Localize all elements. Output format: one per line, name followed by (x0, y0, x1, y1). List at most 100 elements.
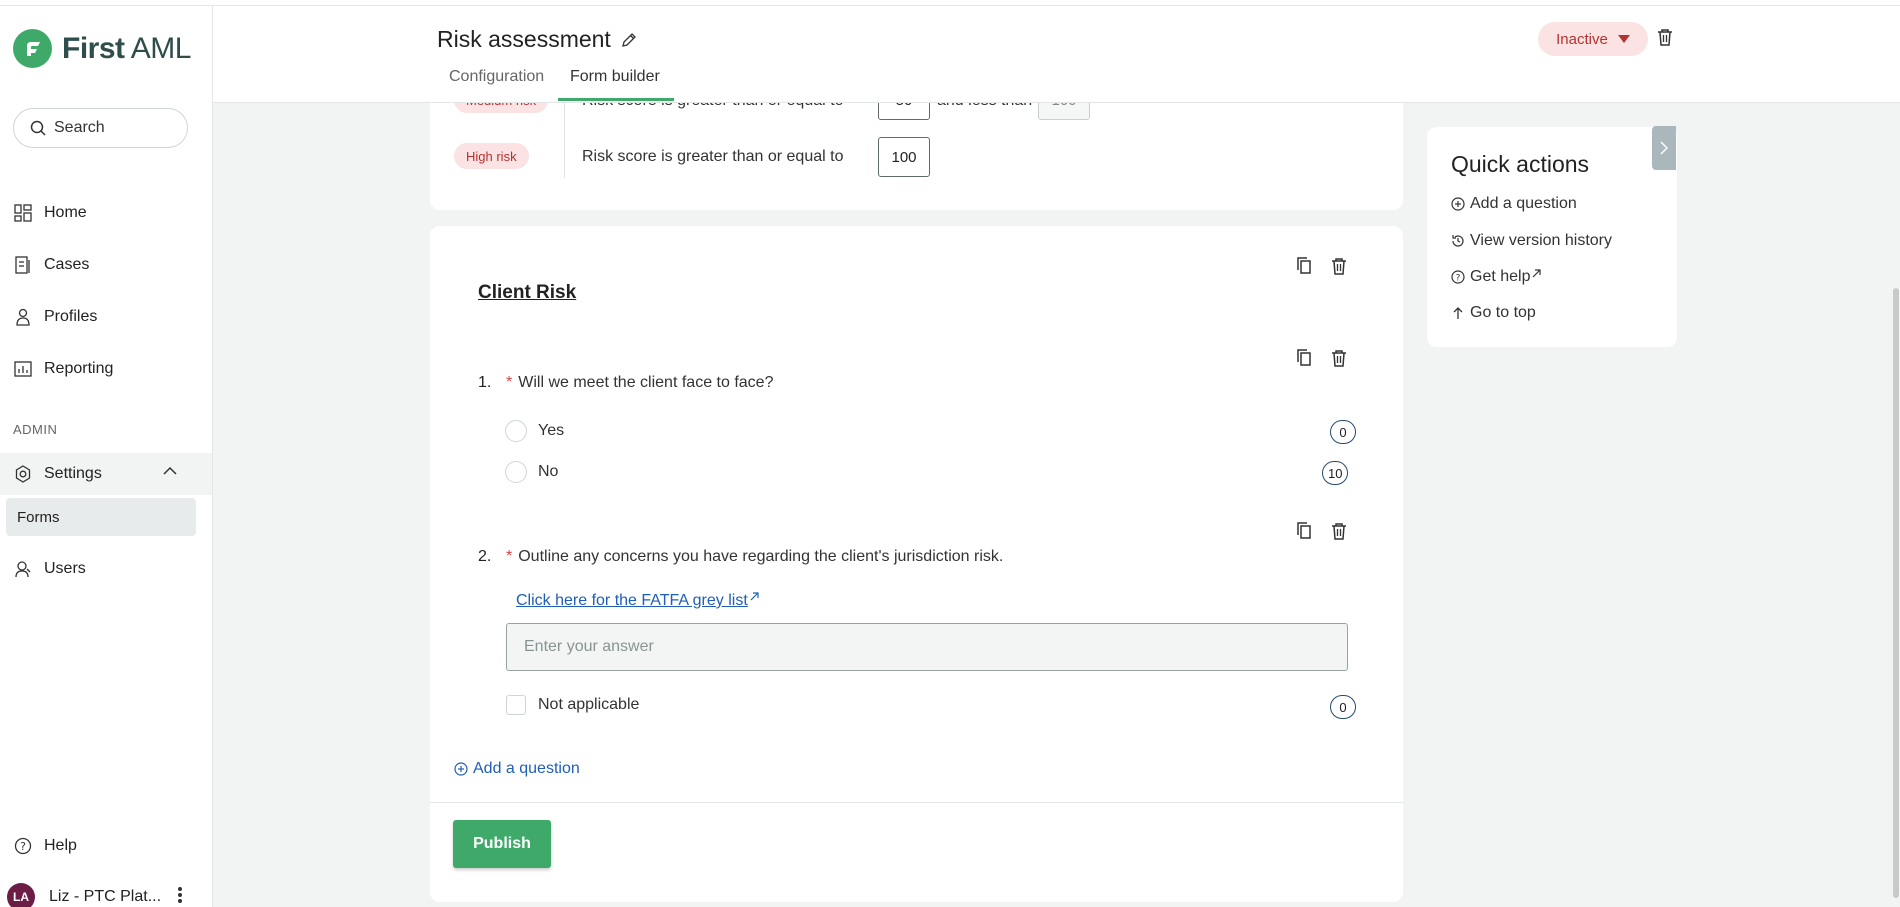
chevron-right-icon (1660, 141, 1668, 155)
sidebar-item-label: Help (44, 837, 77, 854)
question-text[interactable]: * Outline any concerns you have regarding… (506, 548, 1003, 566)
search-box[interactable]: Search (13, 108, 188, 148)
copy-icon (1297, 522, 1311, 539)
tab-form-builder[interactable]: Form builder (570, 68, 660, 86)
high-risk-badge: High risk (454, 143, 529, 169)
more-vertical-icon[interactable] (177, 886, 183, 904)
radio-yes[interactable] (505, 420, 527, 442)
help-icon: ? (14, 837, 32, 855)
section-title[interactable]: Client Risk (478, 282, 576, 304)
sidebar-item-profiles[interactable]: Profiles (0, 297, 212, 337)
quick-actions-title: Quick actions (1451, 151, 1590, 177)
chevron-up-icon[interactable] (162, 466, 178, 476)
form-section-card: Client Risk 1. * Will we meet the client … (430, 226, 1403, 902)
users-icon (15, 561, 31, 578)
brand-logo[interactable]: First AML (13, 29, 191, 68)
answer-input[interactable]: Enter your answer (506, 623, 1348, 671)
help-icon: ? (1451, 270, 1465, 284)
qa-label: View version history (1470, 232, 1612, 249)
question-number: 1. (478, 374, 492, 391)
svg-text:?: ? (20, 840, 26, 853)
sidebar-item-reporting[interactable]: Reporting (0, 349, 212, 389)
fatf-grey-list-link[interactable]: Click here for the FATFA grey list (516, 592, 759, 610)
required-marker: * (506, 548, 513, 565)
sidebar-item-home[interactable]: Home (0, 193, 212, 233)
sidebar-item-label: Profiles (44, 308, 98, 325)
qa-version-history[interactable]: View version history (1451, 232, 1612, 250)
option-score[interactable]: 0 (1330, 420, 1356, 444)
publish-button[interactable]: Publish (453, 820, 551, 868)
copy-question-button[interactable] (1292, 346, 1316, 370)
tab-configuration[interactable]: Configuration (449, 68, 544, 86)
page-header: Risk assessment Configuration Form build… (213, 6, 1900, 103)
sidebar: First AML Search Home Cases Profiles Rep… (0, 0, 213, 907)
option-score[interactable]: 10 (1322, 461, 1349, 485)
trash-icon (1332, 350, 1346, 367)
history-icon (1452, 235, 1464, 247)
active-tab-indicator (558, 98, 674, 101)
status-dropdown[interactable]: Inactive (1538, 22, 1648, 56)
page-title-text: Risk assessment (437, 26, 611, 52)
sidebar-item-forms[interactable]: Forms (6, 498, 196, 536)
sidebar-item-settings[interactable]: Settings (0, 453, 212, 495)
collapse-panel-button[interactable] (1652, 126, 1676, 170)
user-name: Liz - PTC Plat... (49, 888, 162, 905)
high-min-input[interactable]: 100 (878, 137, 930, 177)
caret-down-icon (1617, 35, 1630, 43)
copy-section-button[interactable] (1292, 254, 1316, 278)
trash-icon (1332, 258, 1346, 275)
link-text: Click here for the FATFA grey list (516, 592, 748, 609)
delete-question-button[interactable] (1327, 346, 1351, 370)
trash-icon (1332, 523, 1346, 540)
divider (564, 90, 565, 178)
avatar: LA (7, 883, 35, 907)
person-icon (16, 308, 30, 326)
external-link-icon (1533, 268, 1542, 277)
add-question-link[interactable]: Add a question (454, 760, 580, 778)
sidebar-item-users[interactable]: Users (0, 549, 212, 589)
copy-question-button[interactable] (1292, 519, 1316, 543)
page-title: Risk assessment (437, 26, 637, 53)
qa-get-help[interactable]: ? Get help (1451, 268, 1546, 286)
copy-icon (1297, 257, 1311, 274)
quick-actions-panel: Quick actions Add a question View versio… (1427, 127, 1677, 347)
sidebar-item-help[interactable]: ? Help (0, 826, 212, 866)
qa-label: Go to top (1470, 304, 1536, 321)
sidebar-item-label: Home (44, 204, 87, 221)
report-icon (14, 361, 32, 377)
required-marker: * (506, 374, 513, 391)
search-label: Search (54, 119, 105, 136)
question-label: Will we meet the client face to face? (518, 374, 774, 391)
pencil-icon[interactable] (621, 32, 637, 48)
sidebar-item-cases[interactable]: Cases (0, 245, 212, 285)
qa-go-to-top[interactable]: Go to top (1451, 304, 1536, 322)
not-applicable-checkbox[interactable] (506, 695, 526, 715)
qa-add-question[interactable]: Add a question (1451, 195, 1577, 213)
delete-question-button[interactable] (1327, 519, 1351, 543)
high-risk-text: Risk score is greater than or equal to (582, 148, 844, 165)
delete-section-button[interactable] (1327, 254, 1351, 278)
not-applicable-score[interactable]: 0 (1330, 695, 1356, 719)
sidebar-item-label: Settings (44, 465, 102, 482)
option-label: Yes (538, 422, 565, 439)
question-text[interactable]: * Will we meet the client face to face? (506, 374, 773, 392)
user-menu[interactable]: LA Liz - PTC Plat... (7, 883, 161, 907)
cases-icon (15, 256, 30, 274)
arrow-up-icon (1453, 307, 1463, 319)
copy-icon (1297, 349, 1311, 366)
option-label: No (538, 463, 559, 480)
trash-icon[interactable] (1657, 28, 1673, 46)
admin-heading: ADMIN (13, 422, 58, 437)
footer-divider (430, 802, 1403, 803)
qa-label: Get help (1470, 268, 1531, 285)
status-label: Inactive (1556, 30, 1608, 48)
sidebar-item-label: Forms (17, 508, 60, 526)
search-icon (30, 120, 46, 136)
radio-no[interactable] (505, 461, 527, 483)
scrollbar-thumb[interactable] (1893, 288, 1899, 898)
external-link-icon (750, 592, 759, 601)
sidebar-item-label: Users (44, 560, 86, 577)
plus-circle-icon (1451, 197, 1465, 211)
gear-icon (15, 465, 31, 483)
svg-text:?: ? (1456, 274, 1461, 284)
